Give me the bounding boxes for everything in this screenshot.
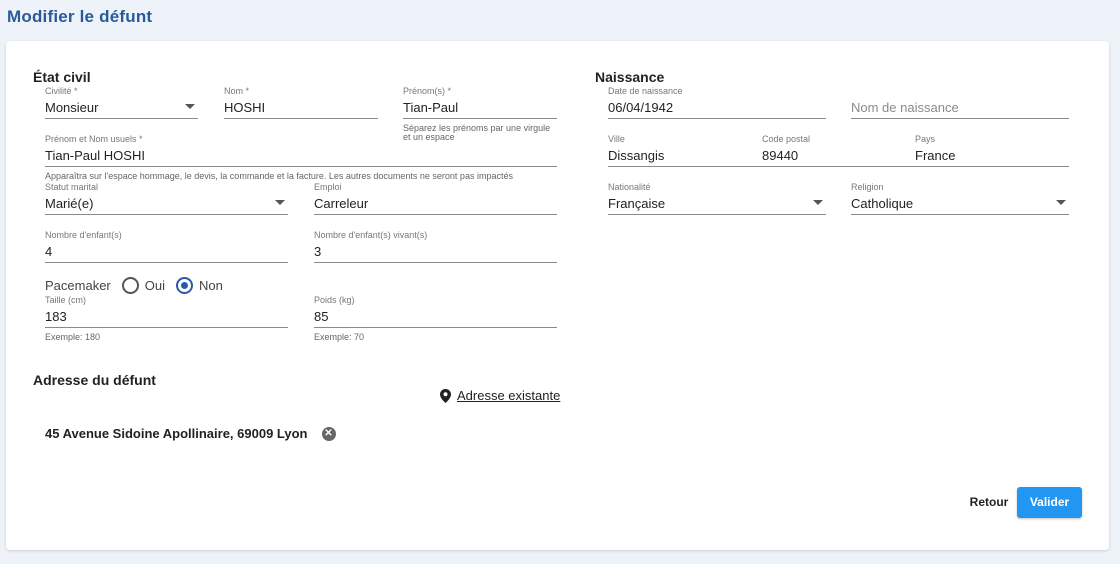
statut-marital-value: Marié(e) bbox=[45, 196, 94, 211]
code-postal-label: Code postal bbox=[762, 134, 811, 144]
pacemaker-non-radio[interactable] bbox=[175, 277, 193, 294]
poids-hint: Exemple: 70 bbox=[314, 332, 365, 342]
form-card: État civil Civilité * Monsieur Nom * HOS… bbox=[6, 41, 1109, 550]
code-postal-field[interactable]: Code postal 89440 bbox=[762, 134, 892, 168]
date-naissance-field[interactable]: Date de naissance 06/04/1942 bbox=[608, 86, 826, 120]
civilite-select[interactable]: Civilité * Monsieur bbox=[45, 86, 198, 120]
date-naissance-value: 06/04/1942 bbox=[608, 100, 674, 115]
religion-select[interactable]: Religion Catholique bbox=[851, 182, 1069, 216]
taille-field[interactable]: Taille (cm) 183 bbox=[45, 295, 288, 329]
code-postal-value: 89440 bbox=[762, 148, 799, 163]
pacemaker-radio-group: Pacemaker Oui Non bbox=[45, 277, 223, 294]
nationalite-select[interactable]: Nationalité Française bbox=[608, 182, 826, 216]
civilite-label: Civilité * bbox=[45, 86, 78, 96]
close-circle-icon[interactable]: ✕ bbox=[321, 426, 336, 441]
chevron-down-icon bbox=[275, 200, 285, 205]
chevron-down-icon bbox=[185, 104, 195, 109]
divider bbox=[762, 166, 1069, 167]
pays-value: France bbox=[915, 148, 956, 163]
ville-field[interactable]: Ville Dissangis bbox=[608, 134, 892, 168]
adresse-existante-label: Adresse existante bbox=[457, 388, 561, 403]
nom-naissance-placeholder: Nom de naissance bbox=[851, 100, 959, 115]
chevron-down-icon bbox=[1056, 200, 1066, 205]
prenom-nom-usuels-value: Tian-Paul HOSHI bbox=[45, 148, 145, 163]
nom-label: Nom * bbox=[224, 86, 250, 96]
retour-button[interactable]: Retour bbox=[961, 487, 1017, 517]
nombre-enfants-vivants-value: 3 bbox=[314, 244, 322, 259]
nombre-enfants-vivants-label: Nombre d'enfant(s) vivant(s) bbox=[314, 230, 428, 240]
date-naissance-label: Date de naissance bbox=[608, 86, 683, 96]
nationalite-value: Française bbox=[608, 196, 666, 211]
taille-hint: Exemple: 180 bbox=[45, 332, 101, 342]
naissance-title: Naissance bbox=[595, 69, 665, 85]
adresse-value-chip: 45 Avenue Sidoine Apollinaire, 69009 Lyo… bbox=[45, 426, 336, 441]
prenom-nom-usuels-hint: Apparaîtra sur l'espace hommage, le devi… bbox=[45, 171, 513, 181]
nombre-enfants-value: 4 bbox=[45, 244, 53, 259]
nom-field[interactable]: Nom * HOSHI bbox=[224, 86, 378, 120]
pacemaker-oui-label[interactable]: Oui bbox=[145, 278, 165, 293]
pacemaker-oui-radio[interactable] bbox=[121, 277, 139, 294]
prenom-nom-usuels-field[interactable]: Prénom et Nom usuels * Tian-Paul HOSHI bbox=[45, 134, 557, 168]
civilite-value: Monsieur bbox=[45, 100, 99, 115]
pacemaker-label: Pacemaker bbox=[45, 278, 111, 293]
statut-marital-select[interactable]: Statut marital Marié(e) bbox=[45, 182, 288, 216]
nombre-enfants-field[interactable]: Nombre d'enfant(s) 4 bbox=[45, 230, 288, 264]
poids-label: Poids (kg) bbox=[314, 295, 355, 305]
emploi-value: Carreleur bbox=[314, 196, 369, 211]
pacemaker-non-label[interactable]: Non bbox=[199, 278, 223, 293]
prenoms-label: Prénom(s) * bbox=[403, 86, 452, 96]
prenoms-field[interactable]: Prénom(s) * Tian-Paul bbox=[403, 86, 557, 120]
taille-value: 183 bbox=[45, 309, 67, 324]
ville-label: Ville bbox=[608, 134, 625, 144]
adresse-existante-link[interactable]: Adresse existante bbox=[440, 388, 560, 403]
ville-value: Dissangis bbox=[608, 148, 665, 163]
adresse-title: Adresse du défunt bbox=[33, 372, 156, 388]
prenom-nom-usuels-label: Prénom et Nom usuels * bbox=[45, 134, 143, 144]
adresse-value: 45 Avenue Sidoine Apollinaire, 69009 Lyo… bbox=[45, 426, 308, 441]
nom-value: HOSHI bbox=[224, 100, 266, 115]
emploi-label: Emploi bbox=[314, 182, 342, 192]
prenoms-value: Tian-Paul bbox=[403, 100, 459, 115]
religion-label: Religion bbox=[851, 182, 884, 192]
pays-label: Pays bbox=[915, 134, 936, 144]
nom-naissance-field[interactable]: Nom de naissance bbox=[851, 86, 1069, 120]
religion-value: Catholique bbox=[851, 196, 914, 211]
chevron-down-icon bbox=[813, 200, 823, 205]
nombre-enfants-vivants-field[interactable]: Nombre d'enfant(s) vivant(s) 3 bbox=[314, 230, 557, 264]
nombre-enfants-label: Nombre d'enfant(s) bbox=[45, 230, 122, 240]
map-pin-icon bbox=[440, 388, 451, 403]
taille-label: Taille (cm) bbox=[45, 295, 87, 305]
emploi-field[interactable]: Emploi Carreleur bbox=[314, 182, 557, 216]
nationalite-label: Nationalité bbox=[608, 182, 651, 192]
page-title: Modifier le défunt bbox=[7, 7, 153, 26]
valider-button[interactable]: Valider bbox=[1017, 487, 1082, 518]
etat-civil-title: État civil bbox=[33, 69, 91, 85]
statut-marital-label: Statut marital bbox=[45, 182, 99, 192]
poids-field[interactable]: Poids (kg) 85 bbox=[314, 295, 557, 329]
poids-value: 85 bbox=[314, 309, 329, 324]
pays-field[interactable]: Pays France bbox=[915, 134, 1069, 168]
